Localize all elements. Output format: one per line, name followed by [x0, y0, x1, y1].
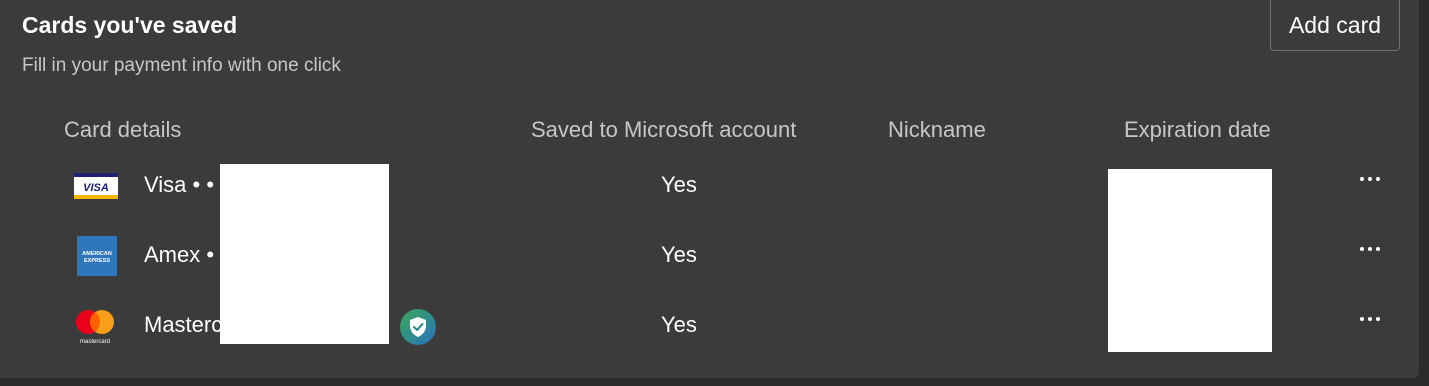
more-dot-icon: [1368, 247, 1372, 251]
add-card-button[interactable]: Add card: [1270, 0, 1400, 51]
more-dot-icon: [1376, 177, 1380, 181]
column-header-expiration: Expiration date: [1124, 117, 1271, 142]
visa-logo-icon: VISA: [74, 170, 118, 202]
redacted-expiration-dates: [1108, 169, 1272, 352]
column-header-card-details: Card details: [64, 117, 182, 142]
svg-text:mastercard: mastercard: [80, 339, 110, 345]
svg-text:AMERICAN: AMERICAN: [82, 251, 112, 257]
column-header-nickname: Nickname: [888, 117, 986, 142]
more-dot-icon: [1360, 317, 1364, 321]
saved-to-account-value: Yes: [661, 312, 697, 337]
more-options-button[interactable]: [1352, 304, 1388, 334]
verified-shield-icon: [400, 309, 436, 345]
section-subtitle: Fill in your payment info with one click: [22, 55, 341, 76]
saved-to-account-value: Yes: [661, 172, 697, 197]
more-options-button[interactable]: [1352, 164, 1388, 194]
column-header-saved-to-account: Saved to Microsoft account: [531, 117, 797, 142]
more-dot-icon: [1376, 317, 1380, 321]
mastercard-logo-icon: mastercard: [72, 306, 118, 346]
redacted-card-number: [220, 164, 389, 344]
saved-to-account-value: Yes: [661, 242, 697, 267]
more-dot-icon: [1360, 177, 1364, 181]
card-name: Amex •: [144, 242, 215, 267]
svg-text:VISA: VISA: [83, 182, 109, 194]
card-name: Visa • •: [144, 172, 215, 197]
saved-cards-panel: Cards you've saved Fill in your payment …: [0, 0, 1419, 378]
more-options-button[interactable]: [1352, 234, 1388, 264]
section-title: Cards you've saved: [22, 12, 238, 38]
more-dot-icon: [1360, 247, 1364, 251]
more-dot-icon: [1368, 317, 1372, 321]
more-dot-icon: [1376, 247, 1380, 251]
svg-text:EXPRESS: EXPRESS: [84, 258, 110, 264]
amex-logo-icon: AMERICAN EXPRESS: [77, 236, 117, 276]
more-dot-icon: [1368, 177, 1372, 181]
